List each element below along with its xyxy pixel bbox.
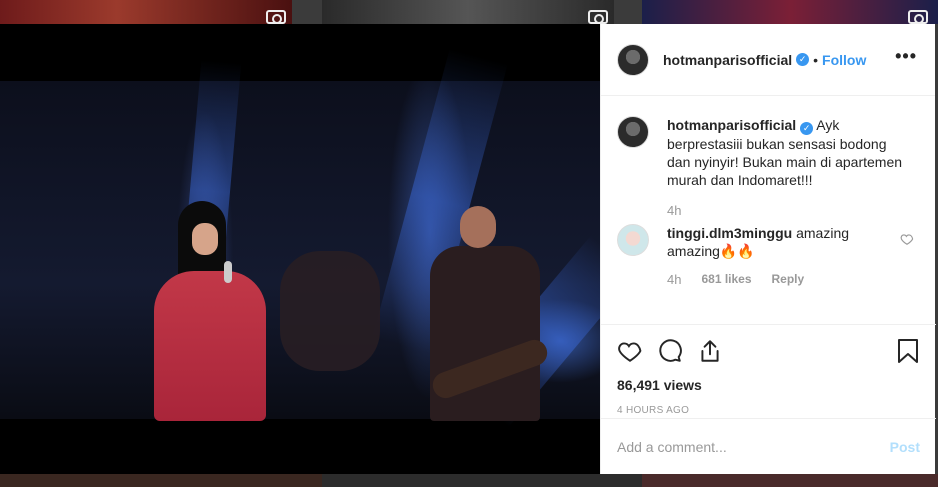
heart-icon[interactable]: [617, 338, 643, 364]
comment-icon[interactable]: [657, 338, 683, 364]
comment-composer: Post: [601, 418, 936, 474]
avatar[interactable]: [617, 116, 649, 148]
grid-tile[interactable]: [642, 474, 938, 487]
grid-tile[interactable]: [642, 0, 938, 24]
avatar[interactable]: [617, 43, 649, 76]
singer: [148, 201, 268, 421]
grid-tile[interactable]: [0, 0, 292, 24]
comment-username[interactable]: tinggi.dlm3minggu: [667, 225, 792, 241]
heart-icon[interactable]: [900, 232, 914, 246]
follow-button[interactable]: Follow: [822, 52, 866, 68]
grid-tile[interactable]: [322, 0, 614, 24]
caption-time[interactable]: 4h: [667, 203, 681, 218]
view-count[interactable]: 86,491 views: [601, 377, 936, 393]
comment-input[interactable]: [617, 438, 890, 455]
grid-tile[interactable]: [0, 474, 322, 487]
verified-icon: ✓: [796, 53, 810, 66]
video-player[interactable]: [0, 24, 600, 474]
action-bar: [601, 325, 936, 377]
post-sidebar: hotmanparisofficial ✓ • Follow ••• hotma…: [600, 24, 936, 474]
guitarist: [420, 206, 551, 421]
bookmark-icon[interactable]: [896, 338, 920, 364]
caption-username[interactable]: hotmanparisofficial: [667, 117, 796, 133]
post-header: hotmanparisofficial ✓ • Follow •••: [601, 24, 935, 96]
verified-icon: ✓: [800, 122, 814, 135]
video-icon: [908, 10, 928, 24]
comment-time[interactable]: 4h: [667, 272, 681, 287]
video-icon: [588, 10, 608, 24]
caption: hotmanparisofficial ✓ Ayk berprestasiii b…: [617, 116, 920, 189]
grid-tile[interactable]: [322, 474, 642, 487]
post-modal: hotmanparisofficial ✓ • Follow ••• hotma…: [0, 24, 936, 474]
more-icon[interactable]: •••: [895, 47, 917, 65]
post-button[interactable]: Post: [890, 439, 920, 455]
comment-likes[interactable]: 681 likes: [701, 272, 751, 287]
post-actions: 86,491 views 4 HOURS AGO Post: [601, 324, 936, 474]
comment-meta: 4h 681 likes Reply: [667, 272, 920, 287]
drum-kit: [280, 251, 380, 371]
caption-meta: 4h: [667, 203, 920, 218]
comments-list[interactable]: hotmanparisofficial ✓ Ayk berprestasiii b…: [601, 96, 936, 324]
video-icon: [266, 10, 286, 24]
reply-button[interactable]: Reply: [772, 272, 805, 287]
separator-dot: •: [813, 51, 819, 68]
share-icon[interactable]: [697, 338, 723, 364]
comment-item: tinggi.dlm3minggu amazing amazing🔥🔥: [617, 224, 920, 260]
author-username[interactable]: hotmanparisofficial: [663, 52, 792, 68]
avatar[interactable]: [617, 224, 649, 256]
video-frame[interactable]: [0, 48, 600, 427]
post-timestamp[interactable]: 4 HOURS AGO: [601, 405, 936, 416]
